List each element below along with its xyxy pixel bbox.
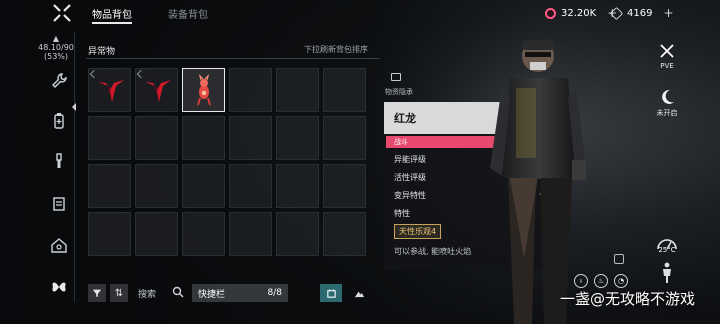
rail-divider xyxy=(74,32,75,302)
pve-label: PVE xyxy=(660,62,674,70)
materials-label: 物资隐承 xyxy=(385,88,413,96)
item-name: 红龙 xyxy=(394,112,416,125)
stat-label: 异能评级 xyxy=(394,155,426,164)
section-title: 异常物 xyxy=(88,47,116,57)
hydration-icon[interactable]: ♨ xyxy=(594,274,608,288)
view-toggle-landscape[interactable] xyxy=(348,284,370,302)
book-icon[interactable] xyxy=(48,193,70,215)
weight-value: 48.10/90 xyxy=(38,43,74,52)
filter-icon xyxy=(92,289,102,298)
inventory-slot[interactable] xyxy=(135,116,178,160)
night-mode-button[interactable]: 未开启 xyxy=(650,88,684,118)
diamond-icon xyxy=(609,6,624,20)
inventory-slot[interactable] xyxy=(276,164,319,208)
inventory-slot[interactable] xyxy=(88,212,131,256)
inventory-slot[interactable] xyxy=(182,164,225,208)
quickbar-count: 8/8 xyxy=(267,288,282,298)
inventory-slot[interactable] xyxy=(276,68,319,112)
inventory-slot[interactable] xyxy=(323,164,366,208)
inventory-slot[interactable] xyxy=(229,212,272,256)
inventory-slot[interactable] xyxy=(323,212,366,256)
stamina-icon[interactable]: ◔ xyxy=(614,274,628,288)
inventory-slot[interactable] xyxy=(135,68,178,112)
sort-button[interactable]: ⇅ xyxy=(110,284,128,302)
temperature-icon[interactable]: ı xyxy=(574,274,588,288)
inventory-slot[interactable] xyxy=(135,164,178,208)
inventory-slot[interactable] xyxy=(88,116,131,160)
coin-icon xyxy=(545,7,556,19)
weight-indicator: ▲ 48.10/90 (53%) xyxy=(34,34,78,61)
weight-percent: (53%) xyxy=(43,52,69,61)
inventory-slot[interactable] xyxy=(135,212,178,256)
medkit-icon[interactable] xyxy=(48,110,70,132)
wrench-icon[interactable] xyxy=(48,70,70,92)
inventory-grid xyxy=(88,68,366,256)
search-icon[interactable] xyxy=(172,286,184,298)
creature-view-icon xyxy=(326,288,336,298)
butterfly-icon[interactable] xyxy=(48,276,70,298)
trait-label: 特性 xyxy=(394,209,410,218)
inventory-slot[interactable] xyxy=(229,164,272,208)
quickbar-label: 快捷栏 xyxy=(198,289,226,300)
quickbar-button[interactable]: 快捷栏 8/8 xyxy=(192,284,288,302)
currency-secondary: 4169 + xyxy=(609,6,674,20)
tab-item-bag[interactable]: 物品背包 xyxy=(92,6,132,21)
crossed-swords-icon xyxy=(660,44,674,58)
home-icon[interactable] xyxy=(48,234,70,256)
night-label: 未开启 xyxy=(656,109,678,117)
trait-badge[interactable]: 天性乐观4 xyxy=(394,224,442,239)
inventory-slot[interactable] xyxy=(229,116,272,160)
temperature-readout: 25°C xyxy=(658,246,676,254)
section-divider xyxy=(86,58,380,59)
view-toggle-creatures[interactable] xyxy=(320,284,342,302)
inventory-slot[interactable] xyxy=(276,116,319,160)
inventory-slot[interactable] xyxy=(182,68,225,112)
inventory-slot[interactable] xyxy=(323,116,366,160)
sort-icon: ⇅ xyxy=(114,287,124,299)
stat-label: 活性评级 xyxy=(394,173,426,182)
rail-selection-marker xyxy=(72,103,76,111)
inventory-slot[interactable] xyxy=(182,212,225,256)
left-rail: ▲ 48.10/90 (53%) xyxy=(0,0,78,324)
filter-button[interactable] xyxy=(88,284,106,302)
materials-icon[interactable] xyxy=(391,73,401,81)
inventory-slot[interactable] xyxy=(323,68,366,112)
weight-icon: ▲ xyxy=(52,34,60,43)
currency-primary-value: 32.20K xyxy=(561,7,597,19)
active-tab-underline xyxy=(92,22,132,24)
inventory-slot[interactable] xyxy=(276,212,319,256)
item-description: 可以参战, 能喷吐火焰 xyxy=(394,247,472,256)
tab-equipment-bag[interactable]: 装备背包 xyxy=(168,6,208,21)
watermark: 一盏@无攻略不游戏 xyxy=(560,290,696,308)
search-input[interactable]: 搜索 xyxy=(138,287,156,300)
status-small-icon xyxy=(614,254,624,264)
pve-mode-button[interactable]: PVE xyxy=(650,42,684,70)
moon-icon xyxy=(662,89,674,104)
inventory-slot[interactable] xyxy=(182,116,225,160)
inventory-slot[interactable] xyxy=(88,164,131,208)
inventory-slot[interactable] xyxy=(88,68,131,112)
stat-label: 变异特性 xyxy=(394,191,426,200)
currency-primary: 32.20K + xyxy=(545,6,617,20)
inventory-slot[interactable] xyxy=(229,68,272,112)
mountain-icon xyxy=(354,291,364,297)
currency-secondary-value: 4169 xyxy=(627,7,653,19)
body-status-icon[interactable] xyxy=(660,262,674,284)
game-logo-icon[interactable] xyxy=(52,3,72,23)
add-diamond-icon[interactable]: + xyxy=(663,6,673,20)
sort-hint: 下拉刷新背包排序 xyxy=(304,45,368,54)
flashlight-icon[interactable] xyxy=(48,150,70,172)
